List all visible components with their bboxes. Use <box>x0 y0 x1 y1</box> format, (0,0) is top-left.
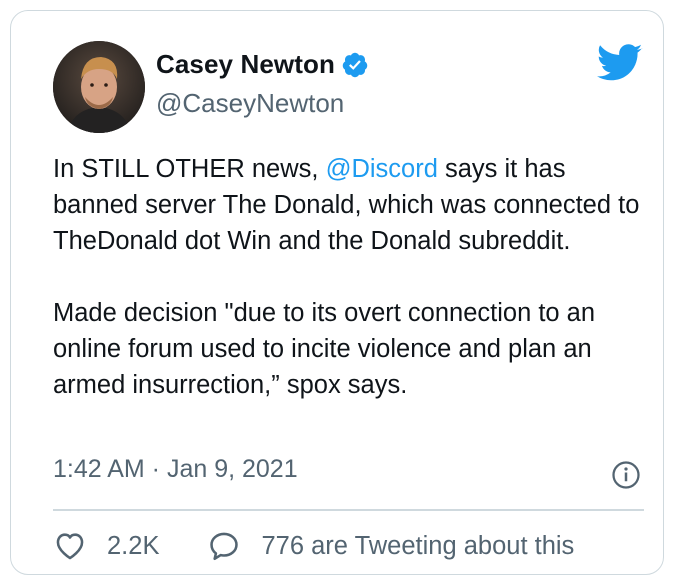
like-button[interactable]: 2.2K <box>53 529 159 563</box>
info-icon[interactable] <box>611 460 641 490</box>
tweet-paragraph-2: Made decision "due to its overt connecti… <box>53 299 596 399</box>
author-handle[interactable]: @CaseyNewton <box>156 88 344 119</box>
tweeting-about-button[interactable]: 776 are Tweeting about this <box>207 529 574 563</box>
tweet-text-prefix: In STILL OTHER news, <box>53 155 326 183</box>
verified-badge-icon <box>342 52 368 77</box>
tweet-card: Casey Newton @CaseyNewton In STILL OTHER… <box>10 10 664 575</box>
avatar[interactable] <box>53 41 145 133</box>
author-name[interactable]: Casey Newton <box>156 49 335 80</box>
divider <box>53 509 644 511</box>
heart-icon <box>56 533 84 560</box>
twitter-bird-icon[interactable] <box>597 43 643 83</box>
tweet-timestamp[interactable]: 1:42 AM · Jan 9, 2021 <box>53 455 298 484</box>
tweeting-count: 776 are Tweeting about this <box>261 531 575 560</box>
mention-link[interactable]: @Discord <box>326 155 438 183</box>
tweet-actions: 2.2K 776 are Tweeting about this <box>53 529 574 563</box>
comment-icon <box>210 532 239 561</box>
tweet-text: In STILL OTHER news, @Discord says it ha… <box>53 151 643 403</box>
like-count: 2.2K <box>107 531 160 560</box>
avatar-photo <box>53 41 145 133</box>
tweet-paragraph-1: In STILL OTHER news, @Discord says it ha… <box>53 151 643 259</box>
author-name-row: Casey Newton <box>156 49 369 80</box>
